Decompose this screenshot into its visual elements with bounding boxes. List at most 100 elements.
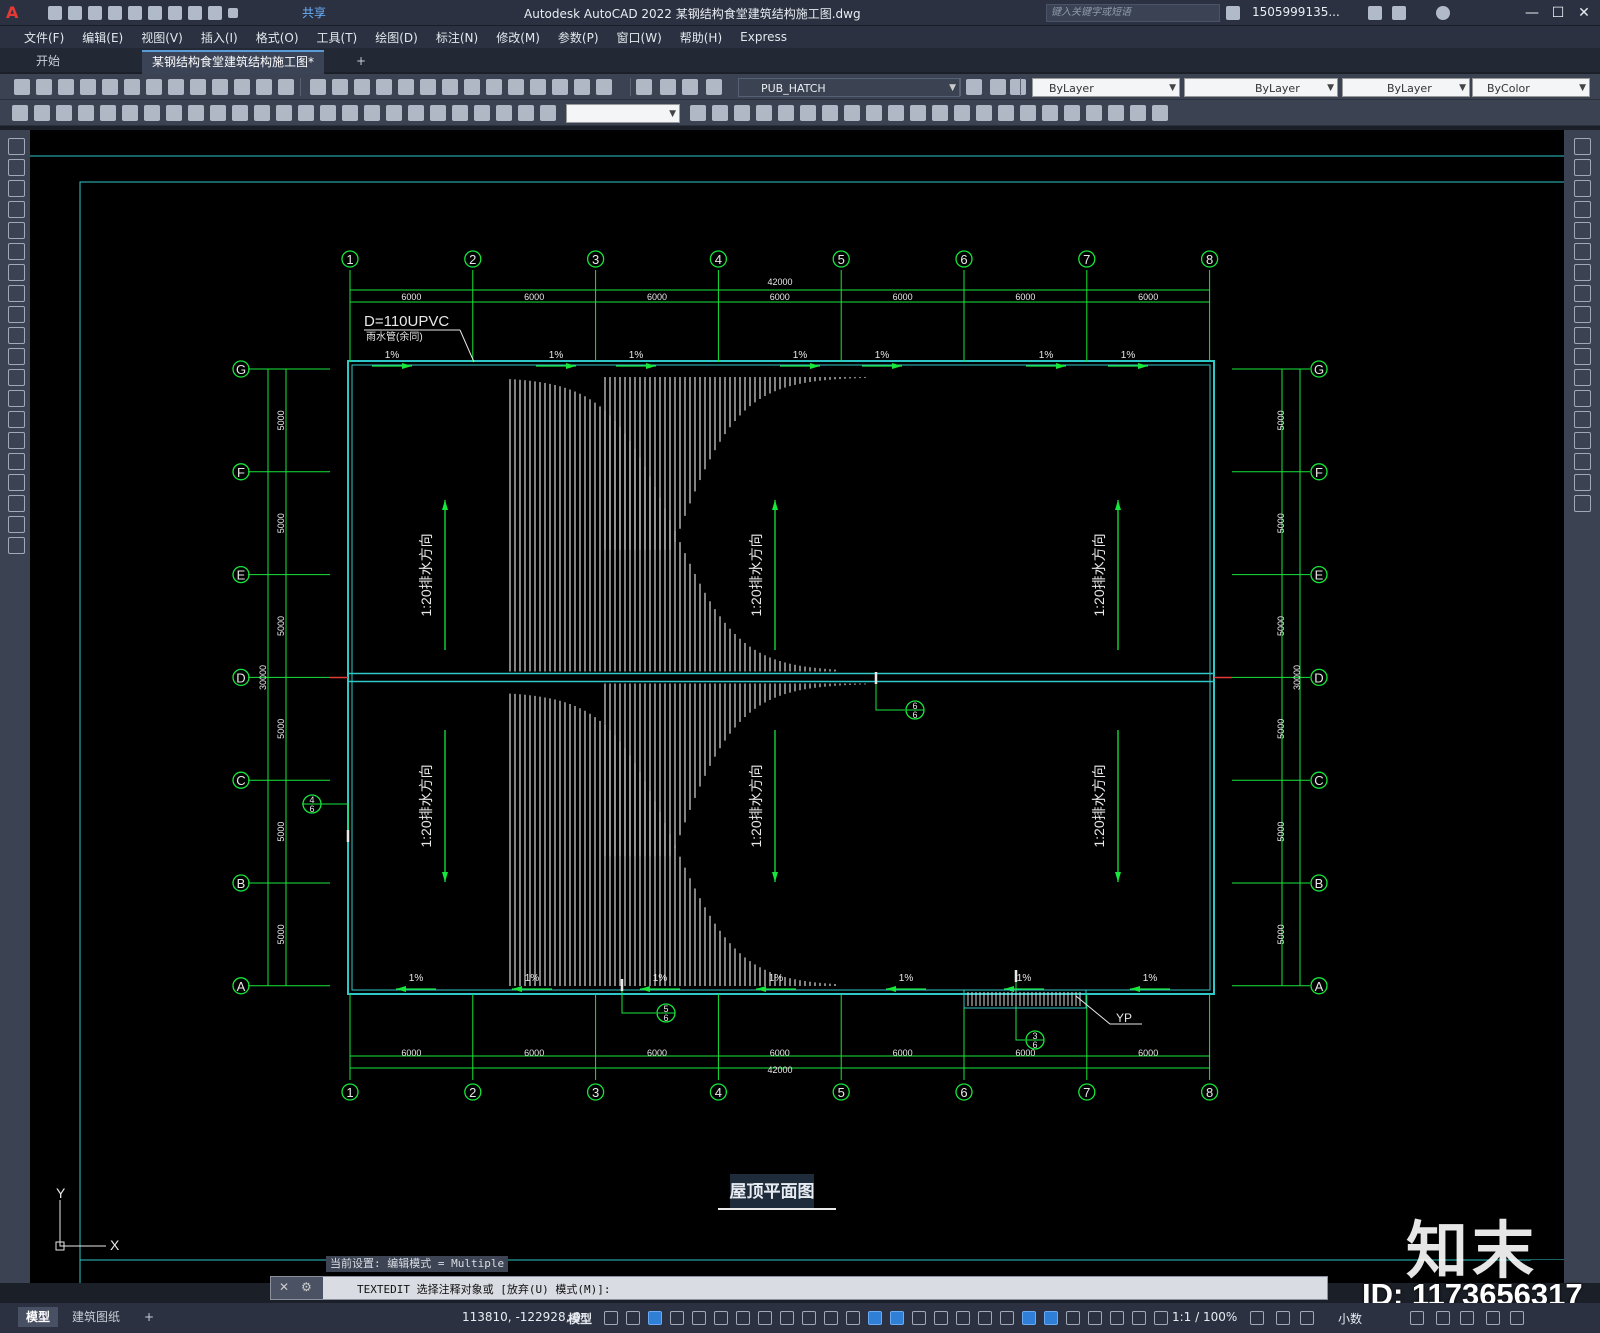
status-toggle-icon[interactable] xyxy=(846,1311,860,1325)
tb2-tool-icon[interactable] xyxy=(822,105,838,121)
linetype-dropdown[interactable]: ByLayer ▼ xyxy=(1184,78,1338,97)
menu-dimension[interactable]: 标注(N) xyxy=(428,29,488,46)
draw-tool-icon[interactable] xyxy=(8,327,25,344)
tb2-tool-icon[interactable] xyxy=(1108,105,1124,121)
tb2-tool-icon[interactable] xyxy=(1130,105,1146,121)
menu-help[interactable]: 帮助(H) xyxy=(672,29,732,46)
tb2-tool-icon[interactable] xyxy=(254,105,270,121)
tb2-tool-icon[interactable] xyxy=(540,105,556,121)
draw-tool-icon[interactable] xyxy=(8,159,25,176)
tb1-tool-icon[interactable] xyxy=(190,79,206,95)
layer-dropdown[interactable]: PUB_HATCH ▼ xyxy=(738,78,960,97)
new-icon[interactable] xyxy=(48,6,62,20)
tb2-tool-icon[interactable] xyxy=(474,105,490,121)
tb1-tool-icon[interactable] xyxy=(552,79,568,95)
share-button[interactable]: 共享 xyxy=(302,4,326,22)
tab-start[interactable]: 开始 xyxy=(26,50,70,72)
draw-tool-icon[interactable] xyxy=(8,495,25,512)
tb1-tool-icon[interactable] xyxy=(102,79,118,95)
draw-tool-icon[interactable] xyxy=(8,264,25,281)
draw-tool-icon[interactable] xyxy=(8,516,25,533)
menu-edit[interactable]: 编辑(E) xyxy=(74,29,133,46)
menu-parametric[interactable]: 参数(P) xyxy=(550,29,609,46)
tb2-tool-icon[interactable] xyxy=(518,105,534,121)
open-web-icon[interactable] xyxy=(128,6,142,20)
redo-icon[interactable] xyxy=(208,6,222,20)
modify-tool-icon[interactable] xyxy=(1574,474,1591,491)
draw-tool-icon[interactable] xyxy=(8,369,25,386)
status-toggle-icon[interactable] xyxy=(736,1311,750,1325)
tb1-tool-icon[interactable] xyxy=(1010,79,1026,95)
tab-drawing[interactable]: 某钢结构食堂建筑结构施工图* xyxy=(142,50,325,74)
tb1-tool-icon[interactable] xyxy=(660,79,676,95)
modify-tool-icon[interactable] xyxy=(1574,348,1591,365)
tb1-tool-icon[interactable] xyxy=(530,79,546,95)
modify-tool-icon[interactable] xyxy=(1574,369,1591,386)
tb2-tool-icon[interactable] xyxy=(122,105,138,121)
draw-tool-icon[interactable] xyxy=(8,390,25,407)
tb2-tool-icon[interactable] xyxy=(844,105,860,121)
modify-tool-icon[interactable] xyxy=(1574,180,1591,197)
tb2-tool-icon[interactable] xyxy=(866,105,882,121)
draw-tool-icon[interactable] xyxy=(8,243,25,260)
tb2-tool-icon[interactable] xyxy=(1152,105,1168,121)
tb1-tool-icon[interactable] xyxy=(596,79,612,95)
tb2-tool-icon[interactable] xyxy=(496,105,512,121)
tb2-tool-icon[interactable] xyxy=(210,105,226,121)
save-icon[interactable] xyxy=(88,6,102,20)
tb2-tool-icon[interactable] xyxy=(34,105,50,121)
tb1-tool-icon[interactable] xyxy=(966,79,982,95)
tb2-tool-icon[interactable] xyxy=(188,105,204,121)
menu-window[interactable]: 窗口(W) xyxy=(609,29,672,46)
draw-tool-icon[interactable] xyxy=(8,306,25,323)
color-dropdown[interactable]: ByLayer ▼ xyxy=(1032,78,1180,97)
status-toggle-icon[interactable] xyxy=(648,1311,662,1325)
coordinate-readout[interactable]: 113810, -122928, 0 xyxy=(462,1310,581,1324)
status-toggle-icon[interactable] xyxy=(890,1311,904,1325)
tb1-tool-icon[interactable] xyxy=(80,79,96,95)
save-as-icon[interactable] xyxy=(108,6,122,20)
tb2-tool-icon[interactable] xyxy=(888,105,904,121)
modify-tool-icon[interactable] xyxy=(1574,243,1591,260)
customize-icon[interactable] xyxy=(228,8,238,18)
tb1-tool-icon[interactable] xyxy=(332,79,348,95)
menu-file[interactable]: 文件(F) xyxy=(16,29,74,46)
status-toggle-icon[interactable] xyxy=(824,1311,838,1325)
status-toggle-icon[interactable] xyxy=(1510,1311,1524,1325)
autocad-logo-icon[interactable]: A xyxy=(6,3,28,23)
menu-format[interactable]: 格式(O) xyxy=(248,29,309,46)
search-input[interactable]: 键入关键字或短语 xyxy=(1046,4,1220,22)
add-layout-button[interactable]: + xyxy=(136,1307,162,1327)
tb2-tool-icon[interactable] xyxy=(100,105,116,121)
tb2-tool-icon[interactable] xyxy=(386,105,402,121)
status-toggle-icon[interactable] xyxy=(1276,1311,1290,1325)
modify-tool-icon[interactable] xyxy=(1574,201,1591,218)
tb2-tool-icon[interactable] xyxy=(364,105,380,121)
status-toggle-icon[interactable] xyxy=(802,1311,816,1325)
draw-tool-icon[interactable] xyxy=(8,537,25,554)
tb1-tool-icon[interactable] xyxy=(58,79,74,95)
tb2-tool-icon[interactable] xyxy=(1042,105,1058,121)
tb1-tool-icon[interactable] xyxy=(376,79,392,95)
units-display[interactable]: 小数 xyxy=(1338,1310,1362,1327)
status-toggle-icon[interactable] xyxy=(1300,1311,1314,1325)
tb2-tool-icon[interactable] xyxy=(56,105,72,121)
status-toggle-icon[interactable] xyxy=(1486,1311,1500,1325)
tb2-tool-icon[interactable] xyxy=(1064,105,1080,121)
tb2-tool-icon[interactable] xyxy=(932,105,948,121)
status-toggle-icon[interactable] xyxy=(1460,1311,1474,1325)
menu-view[interactable]: 视图(V) xyxy=(133,29,193,46)
annotation-scale[interactable]: 1:1 / 100% xyxy=(1172,1310,1237,1324)
status-toggle-icon[interactable] xyxy=(956,1311,970,1325)
tb1-tool-icon[interactable] xyxy=(146,79,162,95)
tb1-tool-icon[interactable] xyxy=(464,79,480,95)
tb2-tool-icon[interactable] xyxy=(998,105,1014,121)
status-toggle-icon[interactable] xyxy=(670,1311,684,1325)
modify-tool-icon[interactable] xyxy=(1574,432,1591,449)
save-web-icon[interactable] xyxy=(148,6,162,20)
plot-icon[interactable] xyxy=(168,6,182,20)
status-toggle-icon[interactable] xyxy=(1022,1311,1036,1325)
maximize-button[interactable]: ☐ xyxy=(1548,3,1568,23)
tb1-tool-icon[interactable] xyxy=(212,79,228,95)
tb2-tool-icon[interactable] xyxy=(976,105,992,121)
